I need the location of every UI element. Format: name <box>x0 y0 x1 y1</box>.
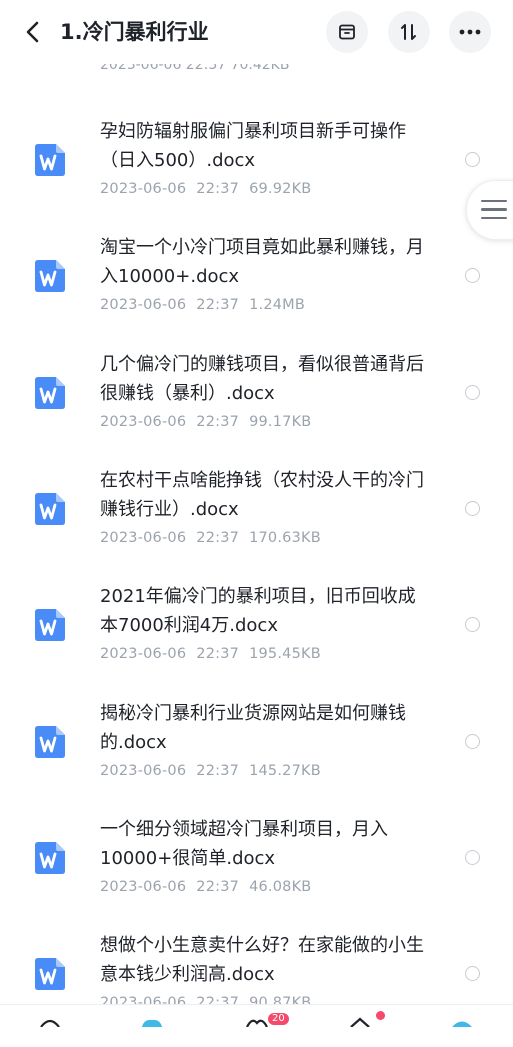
messages-tab-icon[interactable] <box>244 1017 270 1027</box>
word-document-icon <box>35 609 65 641</box>
word-document-icon <box>35 842 65 874</box>
file-size: 145.27KB <box>249 763 321 779</box>
file-row[interactable]: 几个偏冷门的赚钱项目，看似很普通背后很赚钱（暴利）.docx 2023-06-06… <box>0 350 513 466</box>
file-date: 2023-06-06 <box>100 879 187 895</box>
red-dot-indicator <box>376 1011 385 1020</box>
file-row[interactable]: 在农村干点啥能挣钱（农村没人干的冷门赚钱行业）.docx 2023-06-06 22… <box>0 466 513 582</box>
file-name: 在农村干点啥能挣钱（农村没人干的冷门赚钱行业）.docx <box>100 470 424 520</box>
file-meta: 2023-06-06 22:37 145.27KB <box>100 761 331 781</box>
more-button[interactable] <box>449 11 491 53</box>
word-document-icon <box>35 260 65 292</box>
cloud-tab-icon[interactable] <box>140 1017 164 1027</box>
file-time: 22:37 <box>196 414 240 430</box>
home-tab-icon[interactable] <box>38 1017 62 1027</box>
file-name: 想做个小生意卖什么好？在家能做的小生意本钱少利润高.docx <box>100 935 424 985</box>
file-date: 2023-06-06 <box>100 181 187 197</box>
select-radio[interactable] <box>465 385 480 400</box>
file-name: 揭秘冷门暴利行业货源网站是如何赚钱的.docx <box>100 703 406 753</box>
file-name: 几个偏冷门的赚钱项目，看似很普通背后很赚钱（暴利）.docx <box>100 354 424 404</box>
sort-arrows-icon <box>401 24 416 40</box>
file-time: 22:37 <box>196 646 240 662</box>
file-name: 2021年偏冷门的暴利项目，旧币回收成本7000利润4万.docx <box>100 586 416 636</box>
word-document-icon <box>35 144 65 176</box>
sort-button[interactable] <box>388 11 430 53</box>
file-time: 22:37 <box>196 530 240 546</box>
discover-tab-icon[interactable] <box>348 1017 372 1027</box>
file-row[interactable]: 一个细分领域超冷门暴利项目，月入10000+很简单.docx 2023-06-06… <box>0 815 513 931</box>
file-size: 69.92KB <box>249 181 312 197</box>
page-title: 1.冷门暴利行业 <box>60 20 209 44</box>
file-date: 2023-06-06 <box>100 530 187 546</box>
file-date: 2023-06-06 <box>100 646 187 662</box>
file-meta: 2023-06-06 22:37 99.17KB <box>100 412 321 432</box>
file-meta: 2023-06-06 22:37 1.24MB <box>100 295 315 315</box>
word-document-icon <box>35 958 65 990</box>
file-time: 22:37 <box>196 879 240 895</box>
select-radio[interactable] <box>465 966 480 981</box>
file-date: 2023-06-06 <box>100 414 187 430</box>
select-radio[interactable] <box>465 152 480 167</box>
word-document-icon <box>35 377 65 409</box>
file-time: 22:37 <box>196 181 240 197</box>
file-size: 99.17KB <box>249 414 312 430</box>
top-bar: 1.冷门暴利行业 <box>0 0 513 64</box>
archive-box-icon <box>339 24 355 40</box>
select-radio[interactable] <box>465 617 480 632</box>
back-button[interactable] <box>22 18 46 46</box>
file-row[interactable]: 揭秘冷门暴利行业货源网站是如何赚钱的.docx 2023-06-06 22:37 14… <box>0 699 513 815</box>
file-meta: 2023-06-06 22:37 195.45KB <box>100 644 331 664</box>
hamburger-menu-icon <box>481 200 507 220</box>
bottom-tab-bar <box>0 1004 513 1027</box>
file-name: 孕妇防辐射服偏门暴利项目新手可操作（日入500）.docx <box>100 121 406 171</box>
file-size: 46.08KB <box>249 879 312 895</box>
file-size: 195.45KB <box>249 646 321 662</box>
file-name: 淘宝一个小冷门项目竟如此暴利赚钱，月入10000+.docx <box>100 237 424 287</box>
file-time: 22:37 <box>196 297 240 313</box>
file-date: 2023-06-06 <box>100 297 187 313</box>
file-list: 2023-06-06 22:37 70.42KB 孕妇防辐射服偏门暴利项目新手可… <box>0 0 513 1024</box>
back-arrow-icon <box>26 21 39 43</box>
file-name: 一个细分领域超冷门暴利项目，月入10000+很简单.docx <box>100 819 388 869</box>
file-meta: 2023-06-06 22:37 69.92KB <box>100 179 321 199</box>
file-row[interactable]: 2021年偏冷门的暴利项目，旧币回收成本7000利润4万.docx 2023-06… <box>0 582 513 698</box>
word-document-icon <box>35 493 65 525</box>
word-document-icon <box>35 726 65 758</box>
file-size: 1.24MB <box>249 297 306 313</box>
profile-tab-icon[interactable] <box>450 1017 474 1027</box>
file-row[interactable]: 想做个小生意卖什么好？在家能做的小生意本钱少利润高.docx 2023-06-06… <box>0 931 513 1047</box>
notification-badge: 20 <box>268 1013 289 1025</box>
file-meta: 2023-06-06 22:37 46.08KB <box>100 877 321 897</box>
select-radio[interactable] <box>465 734 480 749</box>
file-time: 22:37 <box>196 763 240 779</box>
more-dots-icon <box>459 29 481 35</box>
file-size: 170.63KB <box>249 530 321 546</box>
select-radio[interactable] <box>465 268 480 283</box>
file-meta: 2023-06-06 22:37 170.63KB <box>100 528 331 548</box>
file-row[interactable]: 淘宝一个小冷门项目竟如此暴利赚钱，月入10000+.docx 2023-06-06… <box>0 233 513 349</box>
file-date: 2023-06-06 <box>100 763 187 779</box>
file-row[interactable]: 孕妇防辐射服偏门暴利项目新手可操作（日入500）.docx 2023-06-06 2… <box>0 117 513 233</box>
select-radio[interactable] <box>465 501 480 516</box>
select-radio[interactable] <box>465 850 480 865</box>
archive-button[interactable] <box>326 11 368 53</box>
